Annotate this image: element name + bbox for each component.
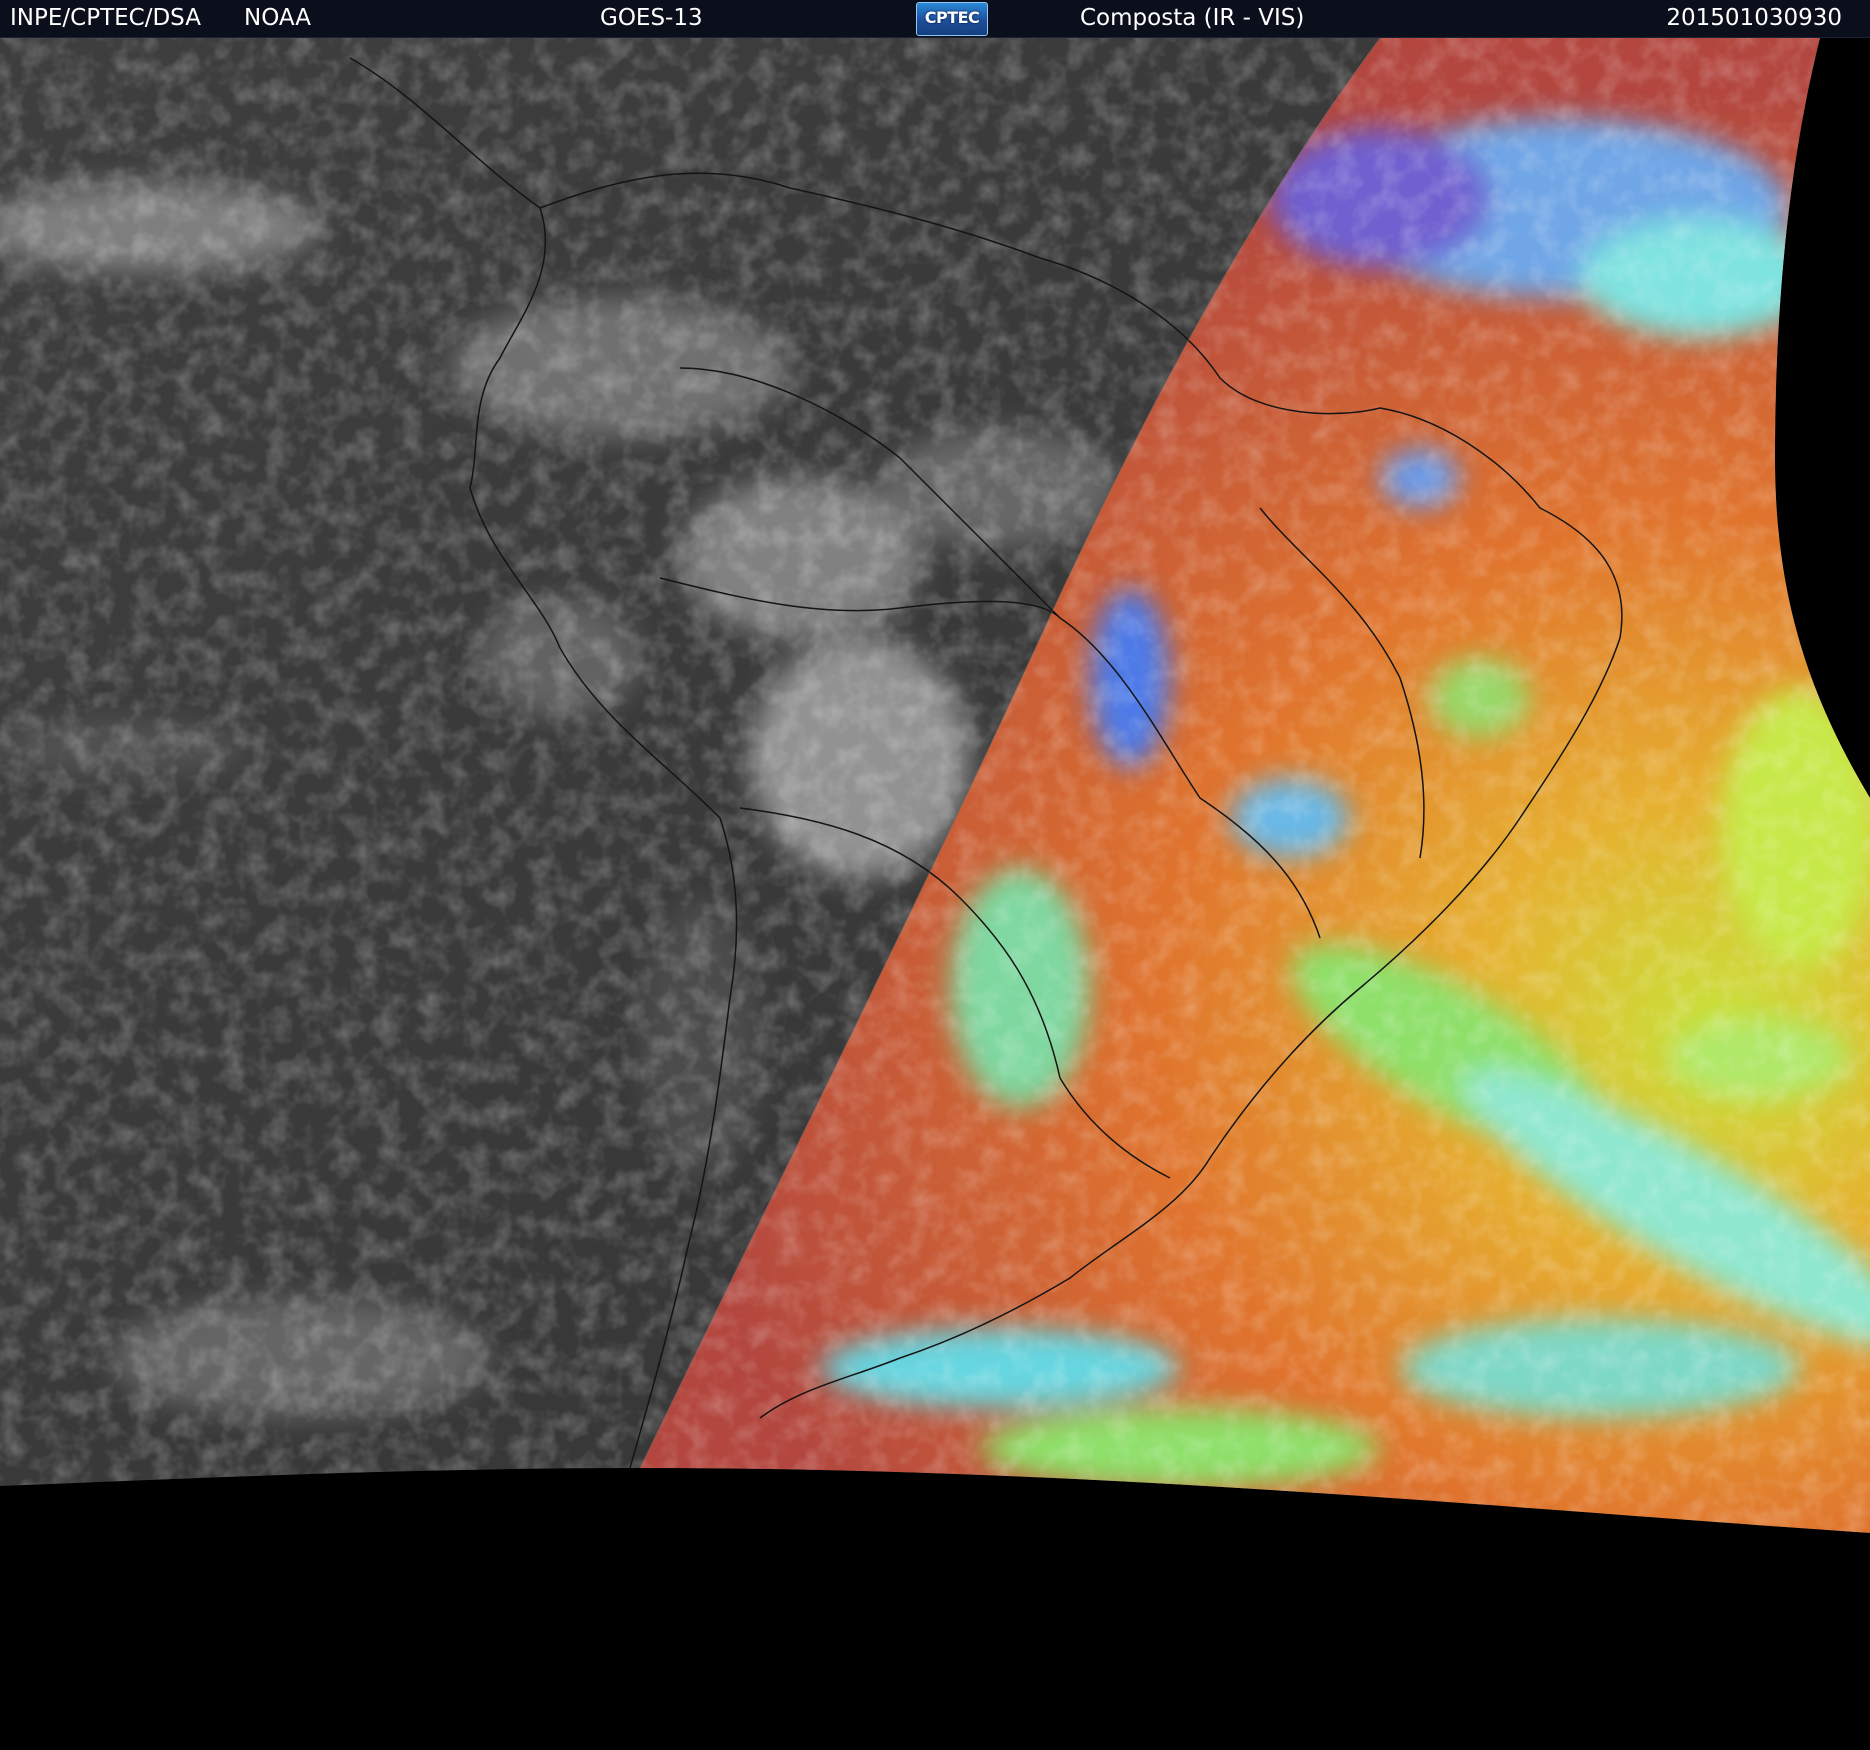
organization-label: INPE/CPTEC/DSA (10, 5, 201, 31)
satellite-label: GOES-13 (600, 5, 703, 31)
cptec-logo-icon: CPTEC (916, 2, 988, 36)
timestamp-label: 201501030930 (1666, 5, 1842, 31)
agency-label: NOAA (244, 5, 312, 31)
image-header-bar: INPE/CPTEC/DSA NOAA GOES-13 CPTEC Compos… (0, 0, 1870, 38)
product-label: Composta (IR - VIS) (1080, 5, 1305, 31)
satellite-composite-image (0, 38, 1870, 1533)
